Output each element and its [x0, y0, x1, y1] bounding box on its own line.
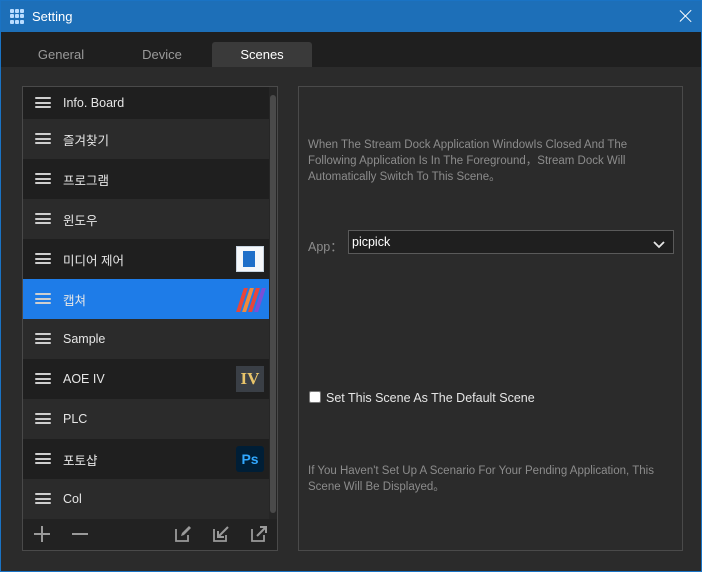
- scene-list: Info. Board 즐겨찾기 프로그램 윈도우 미디어 제어 캡쳐 Samp…: [23, 87, 269, 519]
- window-title: Setting: [32, 9, 73, 24]
- scene-list-scrollbar[interactable]: [269, 87, 277, 519]
- scene-item[interactable]: 포토샵 Ps: [23, 439, 269, 479]
- scene-item[interactable]: Col: [23, 479, 269, 519]
- scene-item[interactable]: 즐겨찾기: [23, 119, 269, 159]
- scene-list-panel: Info. Board 즐겨찾기 프로그램 윈도우 미디어 제어 캡쳐 Samp…: [22, 86, 278, 551]
- scene-label: 포토샵: [63, 453, 98, 468]
- scene-label: 미디어 제어: [63, 253, 124, 268]
- export-icon[interactable]: [249, 524, 269, 544]
- close-icon[interactable]: [677, 7, 695, 25]
- default-scene-checkbox[interactable]: [309, 391, 321, 403]
- photoshop-app-icon: Ps: [236, 446, 264, 472]
- drag-handle-icon[interactable]: [35, 453, 51, 464]
- scenes-content: Info. Board 즐겨찾기 프로그램 윈도우 미디어 제어 캡쳐 Samp…: [1, 67, 701, 571]
- scene-label: 윈도우: [63, 213, 98, 228]
- scene-item[interactable]: 프로그램: [23, 159, 269, 199]
- media-app-icon: [236, 246, 264, 272]
- scene-label: Col: [63, 492, 82, 506]
- scene-label: 즐겨찾기: [63, 133, 110, 148]
- drag-handle-icon[interactable]: [35, 173, 51, 184]
- tab-scenes[interactable]: Scenes: [212, 42, 312, 67]
- scene-label: 캡쳐: [63, 293, 87, 308]
- settings-window: Setting General Device Scenes Info. Boar…: [0, 0, 702, 572]
- picpick-app-icon: [236, 286, 266, 312]
- drag-handle-icon[interactable]: [35, 413, 51, 424]
- scene-label: PLC: [63, 412, 88, 426]
- default-scene-label[interactable]: Set This Scene As The Default Scene: [326, 391, 535, 405]
- scene-item-selected[interactable]: 캡쳐: [23, 279, 269, 319]
- drag-handle-icon[interactable]: [35, 133, 51, 144]
- scene-item[interactable]: Sample: [23, 319, 269, 359]
- import-icon[interactable]: [211, 524, 231, 544]
- scene-item[interactable]: 미디어 제어: [23, 239, 269, 279]
- drag-handle-icon[interactable]: [35, 253, 51, 264]
- grid-app-icon: [10, 9, 25, 24]
- scene-item[interactable]: Info. Board: [23, 87, 269, 119]
- scene-item[interactable]: PLC: [23, 399, 269, 439]
- chevron-down-icon[interactable]: [653, 237, 665, 255]
- app-select[interactable]: picpick: [348, 230, 674, 254]
- fallback-note: If You Haven't Set Up A Scenario For You…: [308, 465, 654, 493]
- scene-switch-description: When The Stream Dock Application WindowI…: [308, 139, 628, 183]
- plus-icon[interactable]: [32, 524, 52, 544]
- drag-handle-icon[interactable]: [35, 493, 51, 504]
- scene-label: 프로그램: [63, 173, 110, 188]
- drag-handle-icon[interactable]: [35, 213, 51, 224]
- title-bar: Setting: [1, 1, 701, 32]
- scene-label: Sample: [63, 332, 106, 346]
- drag-handle-icon[interactable]: [35, 97, 51, 108]
- drag-handle-icon[interactable]: [35, 333, 51, 344]
- edit-icon[interactable]: [173, 524, 193, 544]
- scene-toolbar: [23, 519, 277, 550]
- app-select-value: picpick: [352, 235, 391, 249]
- scene-item[interactable]: 윈도우: [23, 199, 269, 239]
- scene-detail-panel: When The Stream Dock Application WindowI…: [298, 86, 683, 551]
- drag-handle-icon[interactable]: [35, 293, 51, 304]
- scene-label: Info. Board: [63, 96, 125, 110]
- aoe4-app-icon: IV: [236, 366, 264, 392]
- scene-item[interactable]: AOE IV IV: [23, 359, 269, 399]
- tab-device[interactable]: Device: [102, 42, 222, 67]
- app-label: App：: [308, 240, 343, 254]
- minus-icon[interactable]: [70, 524, 90, 544]
- drag-handle-icon[interactable]: [35, 373, 51, 384]
- scene-label: AOE IV: [63, 372, 105, 386]
- tab-bar: General Device Scenes: [1, 32, 701, 67]
- scrollbar-thumb[interactable]: [270, 95, 276, 513]
